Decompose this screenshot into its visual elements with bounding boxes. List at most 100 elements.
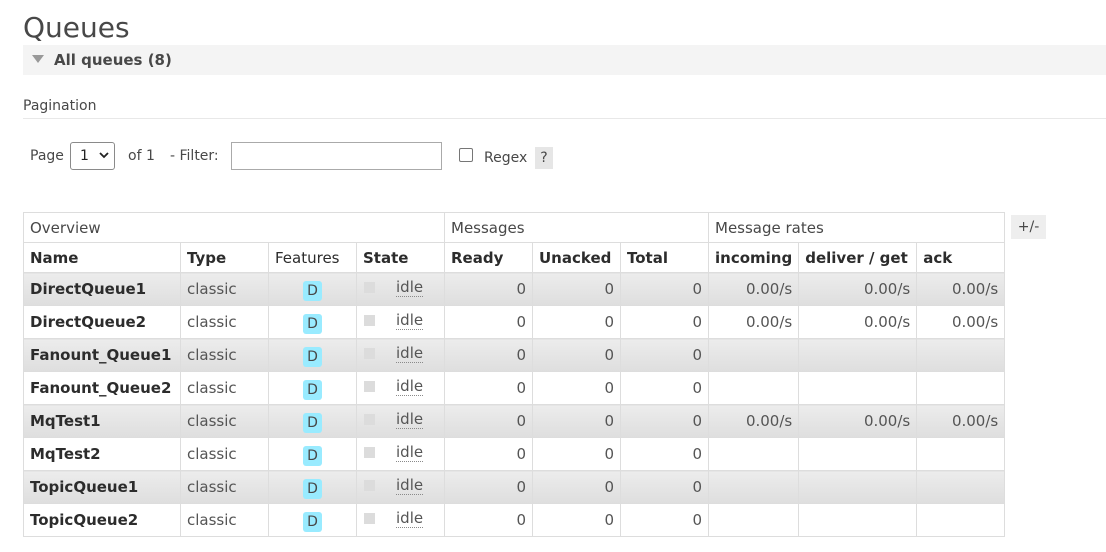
header-name[interactable]: Name: [23, 242, 181, 273]
page-title: Queues: [23, 11, 130, 44]
messages-unacked: 0: [532, 437, 621, 471]
queue-name-link[interactable]: Fanount_Queue2: [23, 371, 181, 405]
queue-name-link[interactable]: TopicQueue2: [23, 503, 181, 537]
rate-incoming: [707, 470, 800, 504]
rate-ack: 0.00/s: [916, 272, 1006, 306]
state-text[interactable]: idle: [396, 311, 424, 330]
column-header-row: Name Type Features State Ready Unacked T…: [23, 242, 1006, 273]
queue-features: D: [268, 470, 357, 504]
state-text[interactable]: idle: [396, 443, 424, 462]
column-group-row: Overview Messages Message rates: [23, 212, 1006, 243]
durable-badge[interactable]: D: [303, 314, 322, 334]
collapse-triangle-icon[interactable]: [32, 55, 44, 63]
header-ready[interactable]: Ready: [444, 242, 533, 273]
queue-features: D: [268, 404, 357, 438]
messages-unacked: 0: [532, 503, 621, 537]
rate-ack: 0.00/s: [916, 404, 1006, 438]
queue-type: classic: [180, 338, 269, 372]
state-indicator-icon: [364, 414, 375, 425]
toggle-columns-button[interactable]: +/-: [1011, 215, 1046, 239]
durable-badge[interactable]: D: [303, 347, 322, 367]
rate-incoming: [707, 503, 800, 537]
page-count-label: of 1: [128, 148, 155, 164]
queue-type: classic: [180, 503, 269, 537]
messages-unacked: 0: [532, 470, 621, 504]
header-total[interactable]: Total: [620, 242, 709, 273]
queue-name-link[interactable]: DirectQueue2: [23, 305, 181, 339]
queue-name-link[interactable]: Fanount_Queue1: [23, 338, 181, 372]
filter-label: - Filter:: [170, 148, 219, 164]
header-incoming[interactable]: incoming: [707, 242, 800, 273]
messages-unacked: 0: [532, 305, 621, 339]
state-indicator-icon: [364, 513, 375, 524]
group-message-rates: Message rates: [707, 212, 1006, 243]
all-queues-section-header[interactable]: All queues (8): [23, 45, 1106, 75]
durable-badge[interactable]: D: [303, 446, 322, 466]
table-row[interactable]: DirectQueue1 classic D idle 0 0 0 0.00/s…: [23, 272, 1006, 306]
durable-badge[interactable]: D: [303, 479, 322, 499]
rate-deliver-get: [798, 338, 918, 372]
regex-help-button[interactable]: ?: [535, 147, 553, 169]
state-text[interactable]: idle: [396, 377, 424, 396]
durable-badge[interactable]: D: [303, 512, 322, 532]
messages-ready: 0: [444, 338, 533, 372]
state-text[interactable]: idle: [396, 278, 424, 297]
rate-deliver-get: 0.00/s: [798, 404, 918, 438]
queue-type: classic: [180, 437, 269, 471]
queue-name-link[interactable]: MqTest2: [23, 437, 181, 471]
header-features[interactable]: Features: [268, 242, 357, 273]
messages-unacked: 0: [532, 338, 621, 372]
rate-deliver-get: [798, 437, 918, 471]
queue-state: idle: [356, 470, 445, 504]
queue-state: idle: [356, 371, 445, 405]
header-ack[interactable]: ack: [916, 242, 1006, 273]
table-row[interactable]: DirectQueue2 classic D idle 0 0 0 0.00/s…: [23, 305, 1006, 339]
messages-ready: 0: [444, 404, 533, 438]
header-unacked[interactable]: Unacked: [532, 242, 621, 273]
state-text[interactable]: idle: [396, 476, 424, 495]
queue-type: classic: [180, 371, 269, 405]
messages-total: 0: [620, 404, 709, 438]
messages-total: 0: [620, 371, 709, 405]
header-deliver-get[interactable]: deliver / get: [798, 242, 918, 273]
queue-state: idle: [356, 305, 445, 339]
table-row[interactable]: TopicQueue2 classic D idle 0 0 0: [23, 503, 1006, 537]
state-text[interactable]: idle: [396, 344, 424, 363]
table-row[interactable]: TopicQueue1 classic D idle 0 0 0: [23, 470, 1006, 504]
rate-ack: [916, 437, 1006, 471]
regex-checkbox[interactable]: [459, 148, 473, 162]
page-select[interactable]: 1: [70, 142, 115, 170]
queue-name-link[interactable]: TopicQueue1: [23, 470, 181, 504]
state-text[interactable]: idle: [396, 410, 424, 429]
durable-badge[interactable]: D: [303, 281, 322, 301]
messages-ready: 0: [444, 272, 533, 306]
queue-name-link[interactable]: DirectQueue1: [23, 272, 181, 306]
durable-badge[interactable]: D: [303, 380, 322, 400]
group-messages: Messages: [444, 212, 709, 243]
table-row[interactable]: MqTest2 classic D idle 0 0 0: [23, 437, 1006, 471]
messages-total: 0: [620, 470, 709, 504]
regex-label: Regex: [484, 150, 528, 166]
state-indicator-icon: [364, 480, 375, 491]
table-row[interactable]: Fanount_Queue1 classic D idle 0 0 0: [23, 338, 1006, 372]
group-overview: Overview: [23, 212, 445, 243]
messages-total: 0: [620, 437, 709, 471]
rate-incoming: 0.00/s: [707, 272, 800, 306]
queue-features: D: [268, 272, 357, 306]
queue-name-link[interactable]: MqTest1: [23, 404, 181, 438]
table-row[interactable]: Fanount_Queue2 classic D idle 0 0 0: [23, 371, 1006, 405]
table-row[interactable]: MqTest1 classic D idle 0 0 0 0.00/s 0.00…: [23, 404, 1006, 438]
messages-total: 0: [620, 338, 709, 372]
header-state[interactable]: State: [356, 242, 445, 273]
queue-type: classic: [180, 272, 269, 306]
state-indicator-icon: [364, 282, 375, 293]
durable-badge[interactable]: D: [303, 413, 322, 433]
state-text[interactable]: idle: [396, 509, 424, 528]
state-indicator-icon: [364, 381, 375, 392]
filter-input[interactable]: [231, 142, 442, 170]
rate-incoming: 0.00/s: [707, 305, 800, 339]
messages-total: 0: [620, 305, 709, 339]
header-type[interactable]: Type: [180, 242, 269, 273]
pagination-divider: [23, 118, 1106, 119]
state-indicator-icon: [364, 348, 375, 359]
